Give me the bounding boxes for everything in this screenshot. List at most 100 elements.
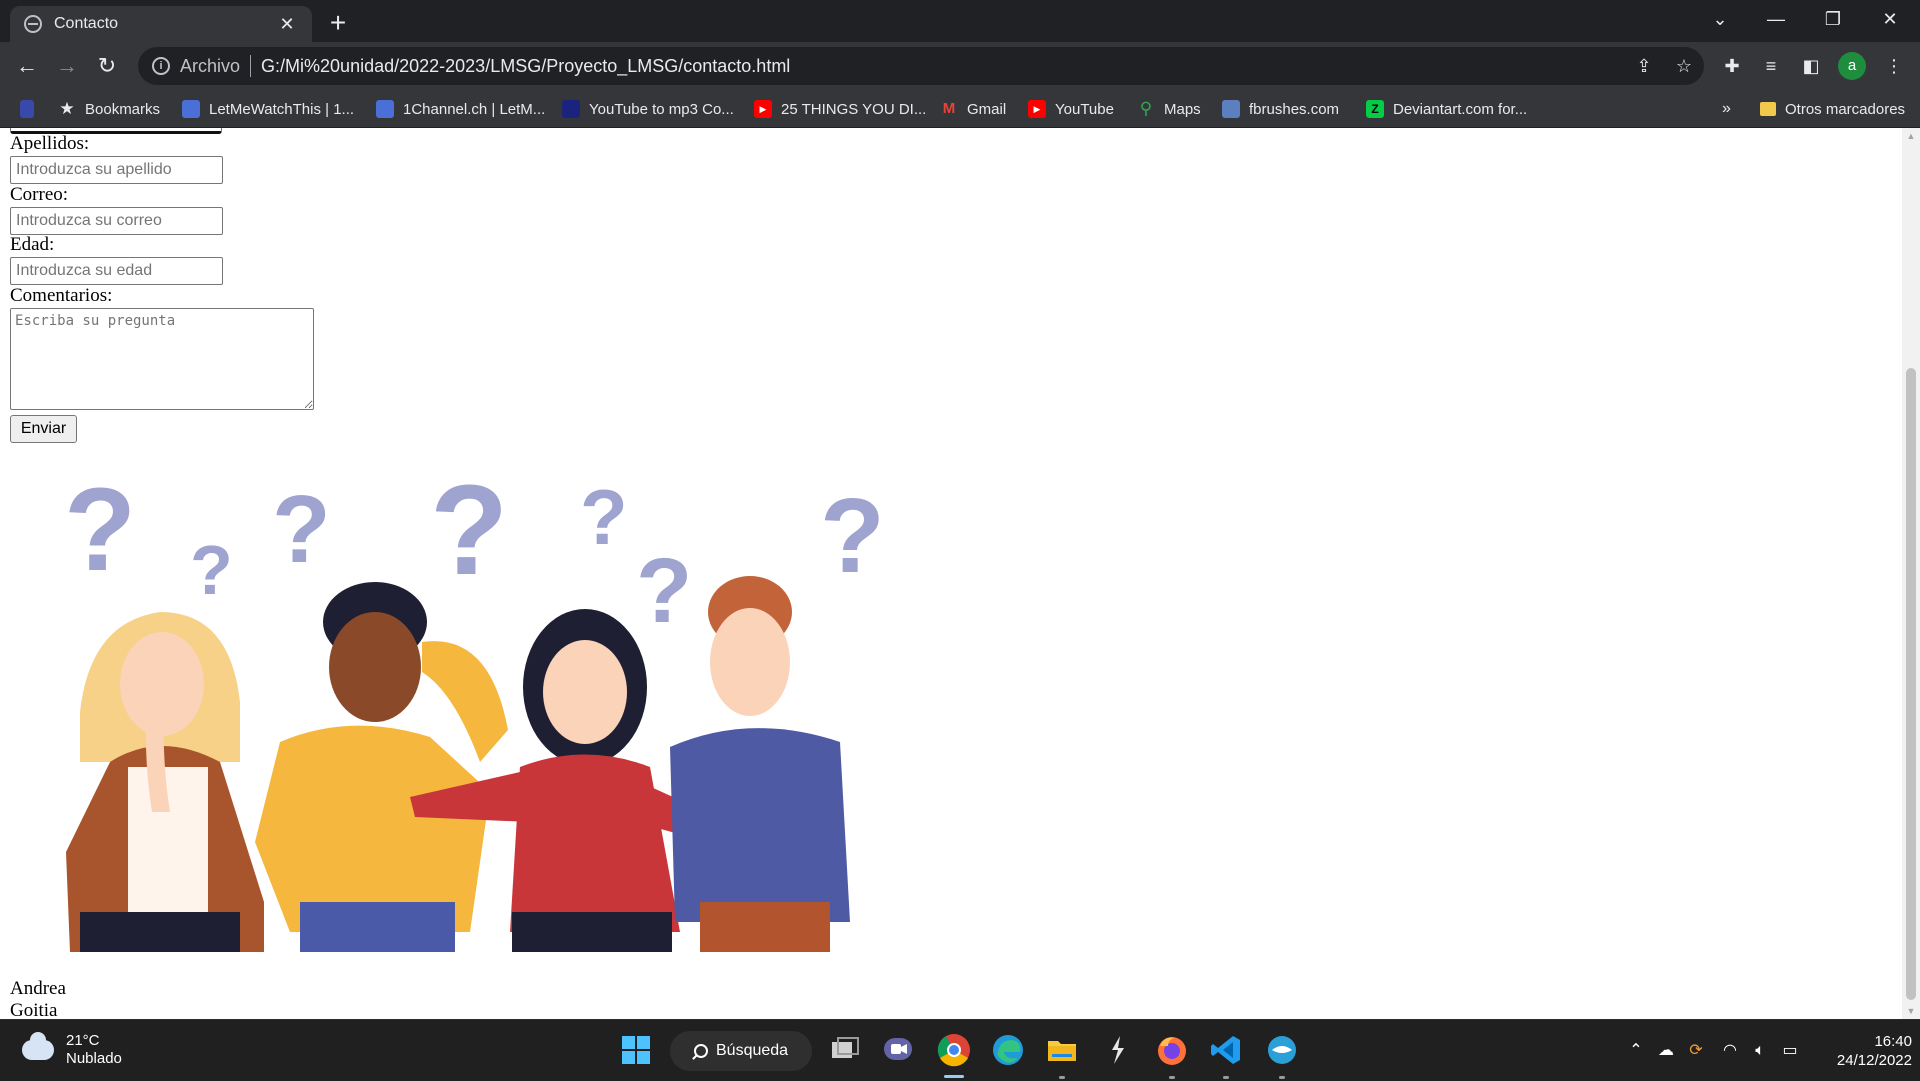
man-yellow-sweater-figure (255, 582, 508, 952)
tab-search-chevron-icon[interactable]: ⌄ (1693, 0, 1747, 40)
scroll-down-arrow-icon[interactable]: ▼ (1902, 1003, 1920, 1019)
cloud-icon (22, 1032, 54, 1060)
other-bookmarks-folder[interactable]: Otros marcadores (1760, 90, 1905, 128)
bookmark-deviantart[interactable]: Z Deviantart.com for... (1366, 90, 1527, 128)
weather-desc: Nublado (66, 1050, 122, 1067)
apellidos-input[interactable] (10, 156, 223, 184)
taskbar-search[interactable]: Búsqueda (670, 1031, 812, 1071)
bookmark-label: Deviantart.com for... (1393, 100, 1528, 118)
clock-date: 24/12/2022 (1836, 1052, 1912, 1069)
bookmark-youtube-mp3[interactable]: YouTube to mp3 Co... (562, 90, 734, 128)
blonde-woman-figure (66, 612, 264, 952)
forward-button[interactable]: → (51, 50, 83, 82)
bookmark-label: Gmail (967, 100, 1007, 118)
bookmarks-overflow-button[interactable]: » (1722, 90, 1731, 128)
extensions-icon[interactable]: ✚ (1718, 52, 1746, 80)
reload-button[interactable]: ↻ (91, 50, 123, 82)
vpn-running-indicator (1279, 1076, 1285, 1079)
media-queue-icon[interactable]: ≡ (1757, 52, 1785, 80)
edad-input[interactable] (10, 257, 223, 285)
sublime-icon[interactable] (1100, 1032, 1136, 1068)
taskbar-clock[interactable]: 16:40 24/12/2022 (1812, 1032, 1912, 1070)
restore-button[interactable]: ❐ (1806, 0, 1860, 40)
bookmark-label: LetMeWatchThis | 1... (209, 100, 355, 118)
people-questions-illustration: ? ? ? ? ? ? ? (64, 462, 885, 952)
menu-kebab-icon[interactable]: ⋮ (1880, 52, 1908, 80)
bookmark-maps[interactable]: ⚲ Maps (1137, 90, 1201, 128)
bookmark-label: Maps (1164, 100, 1201, 118)
new-tab-button[interactable]: + (322, 8, 354, 40)
explorer-running-indicator (1059, 1076, 1065, 1079)
file-explorer-icon[interactable] (1044, 1032, 1080, 1068)
question-mark-icon: ? (190, 531, 233, 609)
task-view-icon[interactable] (826, 1032, 862, 1068)
battery-icon[interactable]: ▭ (1776, 1020, 1804, 1081)
chrome-active-indicator (944, 1075, 964, 1078)
weather-widget[interactable]: 21°C Nublado (22, 1032, 122, 1068)
youtube-icon: ▶ (754, 100, 772, 118)
address-bar[interactable]: i Archivo G:/Mi%20unidad/2022-2023/LMSG/… (138, 47, 1704, 85)
man-blue-sweater-figure (670, 576, 850, 952)
edge-icon[interactable] (990, 1032, 1026, 1068)
bookmark-label: Bookmarks (85, 100, 161, 118)
1channel-icon (376, 100, 394, 118)
sync-icon[interactable]: ⟳ (1682, 1020, 1710, 1081)
back-button[interactable]: ← (11, 50, 43, 82)
comentarios-textarea[interactable] (10, 308, 314, 410)
scroll-up-arrow-icon[interactable]: ▲ (1902, 128, 1920, 144)
apps-icon (20, 100, 34, 118)
maps-icon: ⚲ (1139, 99, 1153, 118)
correo-label: Correo: (10, 184, 69, 205)
bookmarks-bar: ★ Bookmarks LetMeWatchThis | 1... 1Chann… (0, 90, 1920, 128)
chrome-icon[interactable] (936, 1032, 972, 1068)
bookmark-label: fbrushes.com (1249, 100, 1340, 118)
apps-shortcut[interactable] (20, 90, 43, 128)
close-tab-icon[interactable]: ✕ (276, 14, 298, 35)
volume-icon[interactable]: 🔈︎ (1746, 1020, 1774, 1081)
youtube-icon: ▶ (1028, 100, 1046, 118)
globe-icon (24, 15, 42, 33)
wifi-icon[interactable]: ◠ (1716, 1020, 1744, 1081)
info-icon[interactable]: i (152, 57, 170, 75)
fbrushes-icon (1222, 100, 1240, 118)
comentarios-label: Comentarios: (10, 285, 113, 306)
question-mark-icon: ? (64, 464, 136, 596)
scrollbar-thumb[interactable] (1906, 368, 1916, 1000)
correo-input[interactable] (10, 207, 223, 235)
bookmark-youtube[interactable]: ▶ YouTube (1028, 90, 1114, 128)
bookmark-letmewatchthis[interactable]: LetMeWatchThis | 1... (182, 90, 354, 128)
bookmark-gmail[interactable]: M Gmail (940, 90, 1006, 128)
page-scrollbar[interactable]: ▲ ▼ (1902, 128, 1920, 1019)
profile-avatar[interactable]: a (1838, 52, 1866, 80)
bookmark-star-icon[interactable]: ☆ (1664, 56, 1704, 77)
windows-taskbar: 21°C Nublado Búsqueda ⌃ ☁ ⟳ ◠ 🔈︎ ▭ 16:40… (0, 1019, 1920, 1080)
close-window-button[interactable]: ✕ (1863, 0, 1917, 40)
minimize-button[interactable]: — (1749, 0, 1803, 40)
bookmark-label: 1Channel.ch | LetM... (403, 100, 546, 118)
browser-toolbar: ← → ↻ i Archivo G:/Mi%20unidad/2022-2023… (0, 42, 1920, 90)
bookmark-25-things[interactable]: ▶ 25 THINGS YOU DI... (754, 90, 926, 128)
question-mark-icon: ? (636, 540, 692, 642)
bookmark-fbrushes[interactable]: fbrushes.com (1222, 90, 1339, 128)
side-panel-icon[interactable]: ◧ (1797, 52, 1825, 80)
vscode-running-indicator (1223, 1076, 1229, 1079)
bookmark-bookmarks[interactable]: ★ Bookmarks (58, 90, 160, 128)
firefox-icon[interactable] (1154, 1032, 1190, 1068)
vscode-icon[interactable] (1208, 1032, 1244, 1068)
apellidos-label: Apellidos: (10, 133, 90, 154)
question-mark-icon: ? (820, 477, 885, 595)
enviar-button[interactable]: Enviar (10, 415, 77, 443)
onedrive-icon[interactable]: ☁ (1652, 1020, 1680, 1081)
folder-icon (1760, 102, 1776, 116)
address-url[interactable]: G:/Mi%20unidad/2022-2023/LMSG/Proyecto_L… (261, 56, 1624, 77)
share-icon[interactable]: ⇪ (1624, 56, 1664, 77)
teams-chat-icon[interactable] (880, 1032, 916, 1068)
bookmark-1channel[interactable]: 1Channel.ch | LetM... (376, 90, 545, 128)
tab-contacto[interactable]: Contacto ✕ (10, 6, 312, 42)
windows-start-icon[interactable] (618, 1032, 654, 1068)
bookmark-label: YouTube (1055, 100, 1114, 118)
fortinet-vpn-icon[interactable] (1264, 1032, 1300, 1068)
question-mark-icon: ? (580, 473, 628, 561)
youtube-mp3-icon (562, 100, 580, 118)
tray-overflow-chevron-icon[interactable]: ⌃ (1622, 1020, 1650, 1081)
